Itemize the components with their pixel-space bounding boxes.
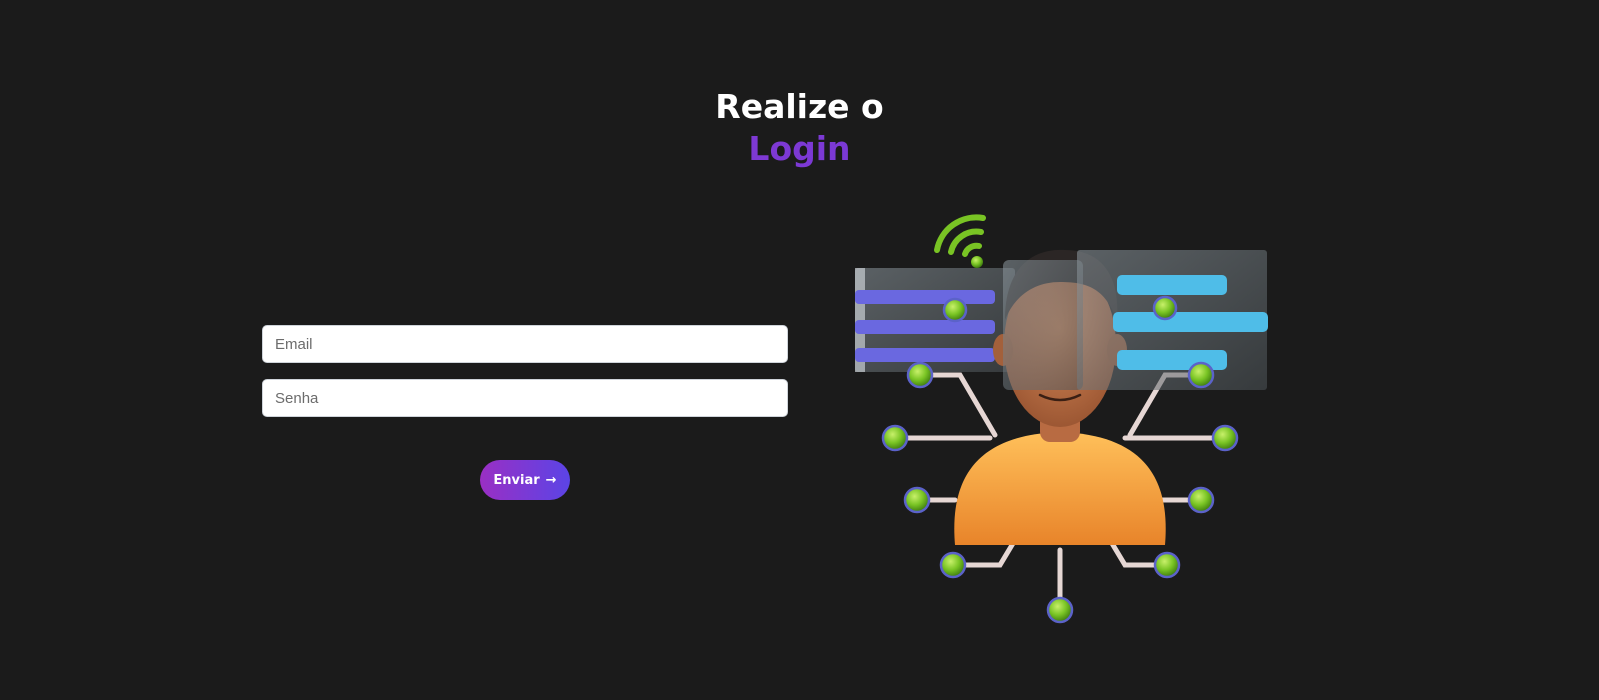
login-page: Realize o Login Enviar → <box>0 0 1599 700</box>
wifi-icon <box>934 214 986 257</box>
submit-button[interactable]: Enviar → <box>480 460 570 500</box>
arrow-right-icon: → <box>545 472 557 488</box>
password-field[interactable] <box>262 379 788 417</box>
center-glass <box>1003 260 1083 390</box>
title-line-2: Login <box>0 128 1599 170</box>
avatar-network-illustration <box>855 214 1268 624</box>
left-glass-panel <box>855 268 1015 372</box>
page-title: Realize o Login <box>0 86 1599 170</box>
right-glass-panel <box>1077 250 1268 390</box>
avatar-body <box>954 432 1166 545</box>
email-field[interactable] <box>262 325 788 363</box>
submit-button-label: Enviar <box>493 472 540 488</box>
title-line-1: Realize o <box>715 87 884 126</box>
